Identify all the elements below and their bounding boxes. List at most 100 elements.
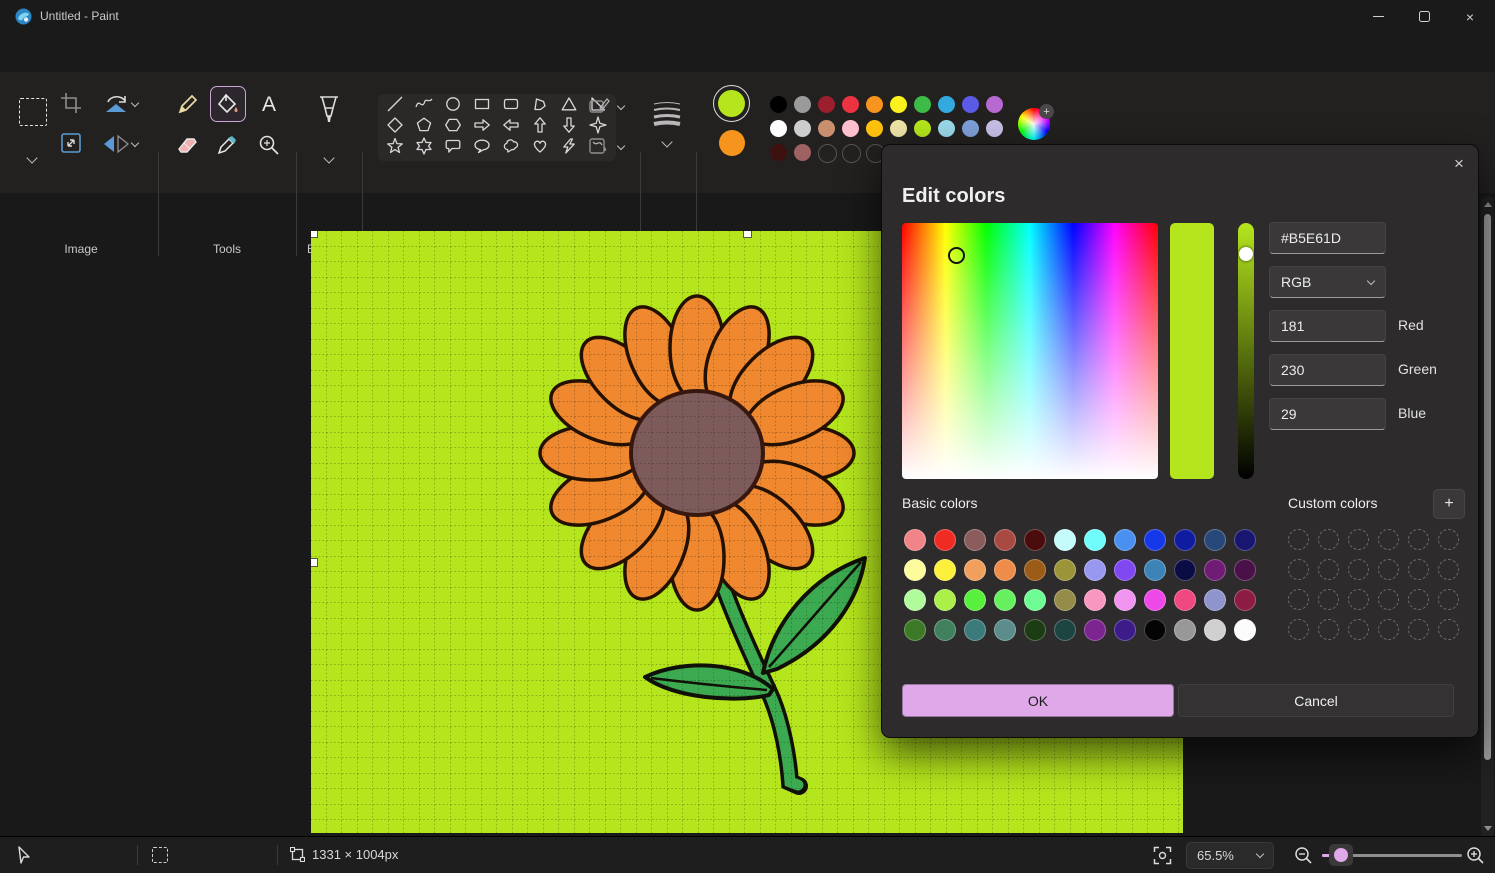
basic-color-swatch[interactable]: [994, 619, 1016, 641]
palette-color[interactable]: [890, 120, 907, 137]
basic-color-swatch[interactable]: [1234, 559, 1256, 581]
selection-handle-middle-left[interactable]: [311, 558, 318, 567]
flip-dropdown-chevron[interactable]: [131, 139, 139, 147]
add-custom-color-button[interactable]: +: [1433, 489, 1465, 519]
palette-color[interactable]: [962, 96, 979, 113]
custom-color-slot[interactable]: [1378, 589, 1399, 610]
palette-color[interactable]: [938, 96, 955, 113]
magnifier-icon[interactable]: [252, 128, 286, 162]
basic-color-swatch[interactable]: [1204, 619, 1226, 641]
eraser-icon[interactable]: [170, 128, 204, 162]
custom-color-slot[interactable]: [1348, 589, 1369, 610]
shape-fill-icon[interactable]: [588, 136, 610, 161]
pencil-icon[interactable]: [170, 88, 204, 122]
custom-color-slot[interactable]: [1408, 619, 1429, 640]
red-input[interactable]: 181: [1269, 310, 1386, 342]
cancel-button[interactable]: Cancel: [1178, 684, 1454, 717]
custom-color-slot[interactable]: [1378, 529, 1399, 550]
vertical-scrollbar[interactable]: [1481, 196, 1494, 838]
custom-color-slot[interactable]: [1378, 559, 1399, 580]
basic-color-swatch[interactable]: [1084, 619, 1106, 641]
eyedropper-icon[interactable]: [210, 128, 244, 162]
custom-color-slot[interactable]: [1318, 589, 1339, 610]
close-window-button[interactable]: ×: [1447, 0, 1493, 33]
scrollbar-thumb[interactable]: [1484, 214, 1491, 760]
scroll-up-arrow-icon[interactable]: [1484, 202, 1492, 207]
palette-color[interactable]: [842, 96, 859, 113]
color1-swatch[interactable]: [718, 90, 745, 117]
shape-outline-icon[interactable]: [588, 96, 610, 121]
palette-color[interactable]: [794, 144, 811, 161]
basic-color-swatch[interactable]: [904, 589, 926, 611]
brushes-dropdown-chevron[interactable]: [323, 152, 334, 163]
text-icon[interactable]: A: [252, 88, 286, 122]
basic-color-swatch[interactable]: [1054, 589, 1076, 611]
basic-color-swatch[interactable]: [1204, 589, 1226, 611]
basic-color-swatch[interactable]: [964, 529, 986, 551]
basic-color-swatch[interactable]: [1054, 619, 1076, 641]
custom-color-slot[interactable]: [1438, 619, 1459, 640]
basic-color-swatch[interactable]: [934, 559, 956, 581]
custom-color-slot[interactable]: [1348, 619, 1369, 640]
shape-heart-icon[interactable]: [530, 136, 550, 161]
custom-color-slot[interactable]: [1318, 529, 1339, 550]
custom-color-slot[interactable]: [1348, 559, 1369, 580]
palette-color[interactable]: [794, 96, 811, 113]
value-slider[interactable]: [1238, 223, 1254, 479]
custom-color-slot[interactable]: [1318, 559, 1339, 580]
hex-input[interactable]: #B5E61D: [1269, 222, 1386, 254]
basic-color-swatch[interactable]: [1114, 589, 1136, 611]
select-dropdown-chevron[interactable]: [26, 152, 37, 163]
basic-color-swatch[interactable]: [1024, 559, 1046, 581]
palette-color[interactable]: [794, 120, 811, 137]
shape-cloud-speech-icon[interactable]: [501, 136, 521, 161]
basic-color-swatch[interactable]: [1024, 589, 1046, 611]
saturation-value-picker[interactable]: [902, 223, 1158, 479]
zoom-out-icon[interactable]: [1294, 846, 1313, 870]
ok-button[interactable]: OK: [902, 684, 1174, 717]
basic-color-swatch[interactable]: [1144, 619, 1166, 641]
selection-handle-top-center[interactable]: [743, 231, 752, 238]
basic-color-swatch[interactable]: [1144, 589, 1166, 611]
crop-icon[interactable]: [58, 90, 84, 121]
brush-icon[interactable]: [314, 94, 344, 133]
palette-color[interactable]: [986, 96, 1003, 113]
custom-color-slot[interactable]: [1408, 529, 1429, 550]
basic-color-swatch[interactable]: [934, 589, 956, 611]
resize-icon[interactable]: [58, 130, 84, 161]
basic-color-swatch[interactable]: [1084, 589, 1106, 611]
palette-empty-slot[interactable]: [818, 144, 837, 163]
basic-color-swatch[interactable]: [1084, 559, 1106, 581]
basic-color-swatch[interactable]: [904, 529, 926, 551]
color2-swatch[interactable]: [719, 130, 745, 156]
custom-color-slot[interactable]: [1438, 529, 1459, 550]
zoom-level-dropdown[interactable]: 65.5%: [1186, 842, 1274, 869]
custom-color-slot[interactable]: [1318, 619, 1339, 640]
basic-color-swatch[interactable]: [1114, 529, 1136, 551]
green-input[interactable]: 230: [1269, 354, 1386, 386]
custom-color-slot[interactable]: [1438, 589, 1459, 610]
palette-color[interactable]: [770, 120, 787, 137]
basic-color-swatch[interactable]: [1204, 559, 1226, 581]
basic-color-swatch[interactable]: [1024, 619, 1046, 641]
shape-fill-chevron[interactable]: [617, 142, 625, 150]
basic-color-swatch[interactable]: [1174, 559, 1196, 581]
basic-color-swatch[interactable]: [1234, 589, 1256, 611]
basic-color-swatch[interactable]: [1114, 559, 1136, 581]
basic-color-swatch[interactable]: [1144, 559, 1166, 581]
basic-color-swatch[interactable]: [1054, 529, 1076, 551]
minimize-button[interactable]: [1355, 0, 1401, 33]
custom-color-slot[interactable]: [1288, 619, 1309, 640]
custom-color-slot[interactable]: [1408, 589, 1429, 610]
basic-color-swatch[interactable]: [1144, 529, 1166, 551]
custom-color-slot[interactable]: [1288, 559, 1309, 580]
custom-color-slot[interactable]: [1438, 559, 1459, 580]
custom-color-slot[interactable]: [1288, 589, 1309, 610]
basic-color-swatch[interactable]: [994, 559, 1016, 581]
custom-color-slot[interactable]: [1408, 559, 1429, 580]
basic-color-swatch[interactable]: [1204, 529, 1226, 551]
zoom-in-icon[interactable]: [1466, 846, 1485, 870]
basic-color-swatch[interactable]: [1084, 529, 1106, 551]
palette-color[interactable]: [914, 120, 931, 137]
basic-color-swatch[interactable]: [1114, 619, 1136, 641]
